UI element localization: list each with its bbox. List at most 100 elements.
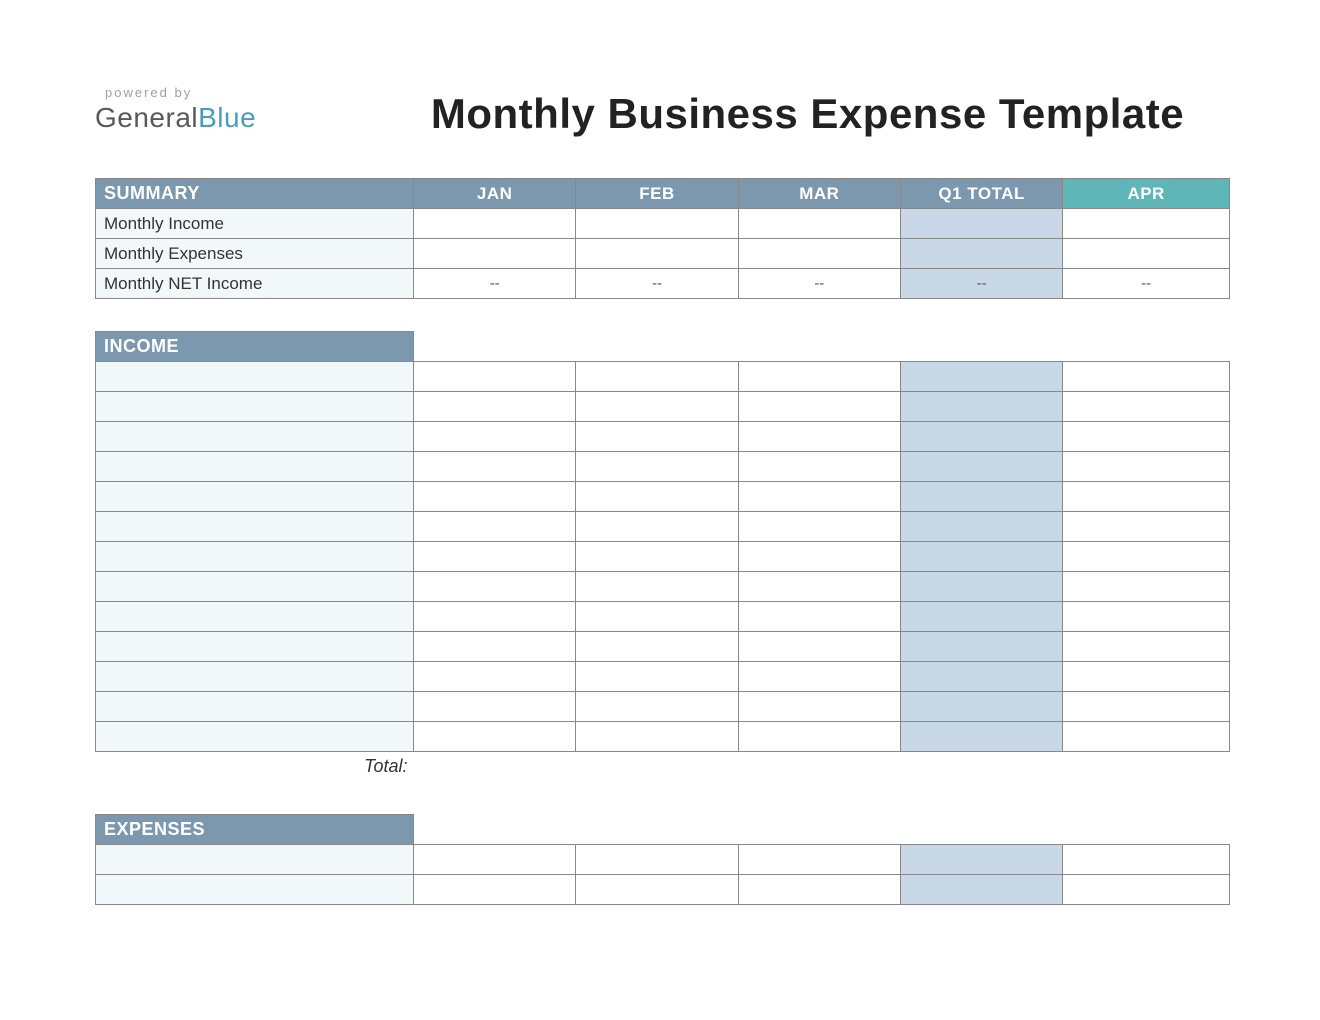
income-row [96, 662, 1230, 692]
summary-cell-apr[interactable] [1063, 239, 1230, 269]
income-cell-feb[interactable] [576, 602, 738, 632]
income-cell-apr[interactable] [1063, 422, 1230, 452]
income-cell-mar[interactable] [738, 512, 900, 542]
income-cell-jan[interactable] [414, 602, 576, 632]
income-cell-jan[interactable] [414, 422, 576, 452]
summary-row: Monthly Income [96, 209, 1230, 239]
summary-row-label: Monthly Expenses [96, 239, 414, 269]
income-cell-jan[interactable] [414, 542, 576, 572]
income-cell-mar[interactable] [738, 392, 900, 422]
blank-head [414, 814, 576, 844]
income-row [96, 602, 1230, 632]
income-row-label[interactable] [96, 512, 414, 542]
income-cell-apr[interactable] [1063, 542, 1230, 572]
income-cell-apr[interactable] [1063, 662, 1230, 692]
expenses-cell-q1 [900, 874, 1062, 904]
income-cell-apr[interactable] [1063, 512, 1230, 542]
income-cell-feb[interactable] [576, 572, 738, 602]
expenses-cell-apr[interactable] [1063, 844, 1230, 874]
income-row-label[interactable] [96, 662, 414, 692]
expenses-cell-jan[interactable] [414, 874, 576, 904]
blank-head [1063, 332, 1230, 362]
blank-head [738, 814, 900, 844]
income-cell-jan[interactable] [414, 512, 576, 542]
income-cell-mar[interactable] [738, 542, 900, 572]
income-cell-mar[interactable] [738, 452, 900, 482]
income-cell-feb[interactable] [576, 512, 738, 542]
income-row-label[interactable] [96, 572, 414, 602]
income-cell-feb[interactable] [576, 632, 738, 662]
income-cell-feb[interactable] [576, 722, 738, 752]
income-cell-q1 [900, 692, 1062, 722]
summary-cell-mar[interactable] [738, 209, 900, 239]
income-cell-apr[interactable] [1063, 602, 1230, 632]
income-cell-mar[interactable] [738, 722, 900, 752]
income-cell-jan[interactable] [414, 692, 576, 722]
expenses-row-label[interactable] [96, 844, 414, 874]
summary-cell-feb[interactable]: -- [576, 269, 738, 299]
income-cell-apr[interactable] [1063, 722, 1230, 752]
income-row-label[interactable] [96, 542, 414, 572]
brand-blue: Blue [198, 102, 256, 133]
income-cell-jan[interactable] [414, 392, 576, 422]
expenses-cell-feb[interactable] [576, 844, 738, 874]
income-cell-apr[interactable] [1063, 392, 1230, 422]
income-cell-apr[interactable] [1063, 362, 1230, 392]
summary-cell-feb[interactable] [576, 239, 738, 269]
summary-cell-jan[interactable] [414, 209, 576, 239]
income-cell-jan[interactable] [414, 362, 576, 392]
income-cell-feb[interactable] [576, 422, 738, 452]
income-cell-mar[interactable] [738, 422, 900, 452]
income-cell-mar[interactable] [738, 572, 900, 602]
expenses-cell-mar[interactable] [738, 844, 900, 874]
income-cell-jan[interactable] [414, 722, 576, 752]
expenses-cell-mar[interactable] [738, 874, 900, 904]
summary-cell-apr[interactable] [1063, 209, 1230, 239]
income-cell-mar[interactable] [738, 692, 900, 722]
income-cell-apr[interactable] [1063, 482, 1230, 512]
expenses-cell-feb[interactable] [576, 874, 738, 904]
income-cell-jan[interactable] [414, 662, 576, 692]
expenses-cell-jan[interactable] [414, 844, 576, 874]
income-cell-mar[interactable] [738, 662, 900, 692]
expenses-cell-apr[interactable] [1063, 874, 1230, 904]
income-cell-feb[interactable] [576, 452, 738, 482]
income-cell-mar[interactable] [738, 602, 900, 632]
income-cell-mar[interactable] [738, 362, 900, 392]
summary-cell-q1: -- [900, 269, 1062, 299]
income-cell-feb[interactable] [576, 542, 738, 572]
income-cell-jan[interactable] [414, 632, 576, 662]
income-cell-apr[interactable] [1063, 452, 1230, 482]
income-row-label[interactable] [96, 632, 414, 662]
income-cell-mar[interactable] [738, 632, 900, 662]
income-cell-feb[interactable] [576, 662, 738, 692]
income-row-label[interactable] [96, 692, 414, 722]
income-row-label[interactable] [96, 602, 414, 632]
income-cell-feb[interactable] [576, 362, 738, 392]
income-row-label[interactable] [96, 392, 414, 422]
income-row-label[interactable] [96, 422, 414, 452]
income-cell-jan[interactable] [414, 452, 576, 482]
income-cell-jan[interactable] [414, 572, 576, 602]
summary-cell-mar[interactable]: -- [738, 269, 900, 299]
income-cell-jan[interactable] [414, 482, 576, 512]
summary-cell-feb[interactable] [576, 209, 738, 239]
summary-cell-jan[interactable]: -- [414, 269, 576, 299]
income-row-label[interactable] [96, 482, 414, 512]
income-cell-apr[interactable] [1063, 572, 1230, 602]
income-cell-feb[interactable] [576, 482, 738, 512]
income-cell-mar[interactable] [738, 482, 900, 512]
summary-cell-jan[interactable] [414, 239, 576, 269]
income-cell-feb[interactable] [576, 392, 738, 422]
income-row-label[interactable] [96, 452, 414, 482]
summary-cell-mar[interactable] [738, 239, 900, 269]
income-cell-apr[interactable] [1063, 692, 1230, 722]
income-row-label[interactable] [96, 362, 414, 392]
income-cell-apr[interactable] [1063, 632, 1230, 662]
summary-cell-apr[interactable]: -- [1063, 269, 1230, 299]
blank-head [900, 332, 1062, 362]
expenses-row-label[interactable] [96, 874, 414, 904]
income-row-label[interactable] [96, 722, 414, 752]
income-cell-feb[interactable] [576, 692, 738, 722]
income-cell-q1 [900, 722, 1062, 752]
